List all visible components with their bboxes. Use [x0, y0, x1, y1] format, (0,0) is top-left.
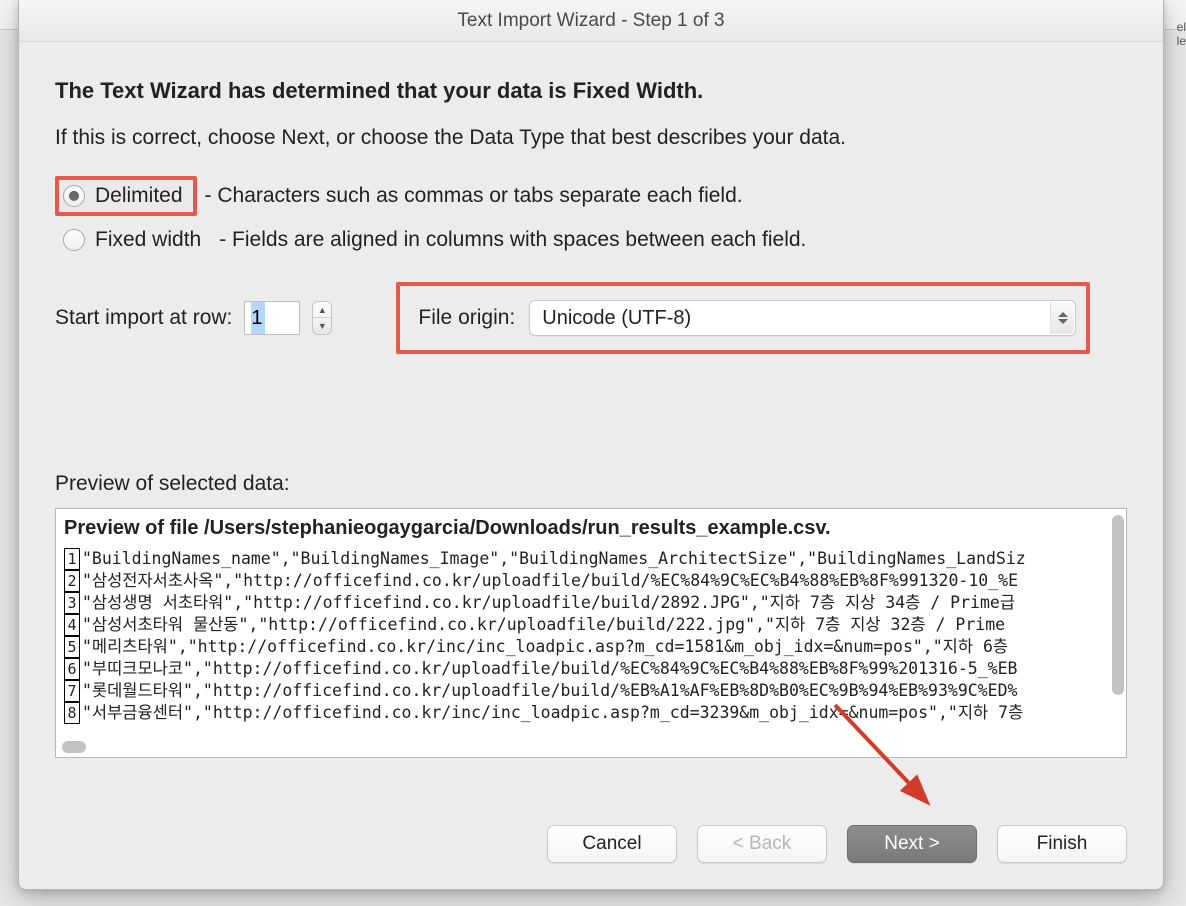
- preview-row-text: "삼성서초타워 물산동","http://officefind.co.kr/up…: [82, 614, 1005, 636]
- preview-label: Preview of selected data:: [55, 472, 1127, 496]
- preview-row-text: "부띠크모나코","http://officefind.co.kr/upload…: [82, 658, 1017, 680]
- wizard-intro: If this is correct, choose Next, or choo…: [55, 126, 1127, 150]
- dialog-title: Text Import Wizard - Step 1 of 3: [19, 0, 1163, 42]
- file-origin-label: File origin:: [418, 306, 515, 330]
- radio-row-delimited: Delimited - Characters such as commas or…: [55, 176, 1127, 216]
- preview-row-number: 6: [64, 658, 80, 680]
- preview-box[interactable]: Preview of file /Users/stephanieogaygarc…: [55, 508, 1127, 758]
- radio-delimited-desc: - Characters such as commas or tabs sepa…: [205, 184, 743, 208]
- preview-row-number: 2: [64, 570, 80, 592]
- file-origin-highlight: File origin: Unicode (UTF-8): [396, 282, 1090, 354]
- radio-row-fixed: Fixed width - Fields are aligned in colu…: [55, 220, 1127, 260]
- start-row-and-file-origin: Start import at row: ▲ ▼ File origin: Un…: [55, 282, 1127, 354]
- select-chevrons-icon[interactable]: [1050, 302, 1074, 334]
- scrollbar-vertical[interactable]: [1112, 515, 1124, 695]
- preview-row-text: "서부금융센터","http://officefind.co.kr/inc/in…: [82, 702, 1023, 724]
- wizard-headline: The Text Wizard has determined that your…: [55, 78, 1127, 104]
- radio-fixed-label[interactable]: Fixed width: [95, 228, 201, 252]
- file-origin-value: Unicode (UTF-8): [542, 307, 691, 330]
- radio-delimited-label[interactable]: Delimited: [95, 184, 183, 208]
- preview-row: 7"롯데월드타워","http://officefind.co.kr/uploa…: [64, 680, 1118, 702]
- bg-right-text: el le: [1177, 20, 1186, 48]
- preview-file-title: Preview of file /Users/stephanieogaygarc…: [64, 517, 1118, 540]
- preview-row-number: 7: [64, 680, 80, 702]
- preview-row: 6"부띠크모나코","http://officefind.co.kr/uploa…: [64, 658, 1118, 680]
- preview-row-text: "삼성생명 서초타워","http://officefind.co.kr/upl…: [82, 592, 1015, 614]
- start-row-label: Start import at row:: [55, 306, 232, 330]
- back-button[interactable]: < Back: [697, 825, 827, 863]
- fixed-radio-box: Fixed width: [55, 224, 211, 256]
- finish-button[interactable]: Finish: [997, 825, 1127, 863]
- radio-fixed-width[interactable]: [63, 229, 85, 251]
- spinner-up-icon[interactable]: ▲: [313, 302, 331, 318]
- preview-row-number: 4: [64, 614, 80, 636]
- dialog-button-row: Cancel < Back Next > Finish: [19, 803, 1163, 889]
- dialog-content: The Text Wizard has determined that your…: [19, 42, 1163, 803]
- spinner-down-icon[interactable]: ▼: [313, 318, 331, 334]
- preview-row: 1"BuildingNames_name","BuildingNames_Ima…: [64, 548, 1118, 570]
- next-button[interactable]: Next >: [847, 825, 977, 863]
- preview-row: 2"삼성전자서초사옥","http://officefind.co.kr/upl…: [64, 570, 1118, 592]
- preview-row: 5"메리츠타워","http://officefind.co.kr/inc/in…: [64, 636, 1118, 658]
- radio-delimited[interactable]: [63, 185, 85, 207]
- delimited-radio-highlight: Delimited: [55, 176, 197, 216]
- preview-row: 3"삼성생명 서초타워","http://officefind.co.kr/up…: [64, 592, 1118, 614]
- preview-row-number: 5: [64, 636, 80, 658]
- preview-row-number: 3: [64, 592, 80, 614]
- text-import-wizard-dialog: Text Import Wizard - Step 1 of 3 The Tex…: [18, 0, 1164, 890]
- preview-rows: 1"BuildingNames_name","BuildingNames_Ima…: [64, 548, 1118, 724]
- preview-row-text: "메리츠타워","http://officefind.co.kr/inc/inc…: [82, 636, 1008, 658]
- preview-row-number: 1: [64, 548, 80, 570]
- start-row-input[interactable]: [244, 301, 300, 335]
- preview-row-text: "BuildingNames_name","BuildingNames_Imag…: [82, 548, 1026, 570]
- preview-row-number: 8: [64, 702, 80, 724]
- preview-row: 4"삼성서초타워 물산동","http://officefind.co.kr/u…: [64, 614, 1118, 636]
- scrollbar-horizontal[interactable]: [62, 741, 86, 753]
- file-origin-select[interactable]: Unicode (UTF-8): [529, 300, 1076, 336]
- preview-row-text: "롯데월드타워","http://officefind.co.kr/upload…: [82, 680, 1017, 702]
- radio-fixed-desc: - Fields are aligned in columns with spa…: [219, 228, 806, 252]
- preview-row-text: "삼성전자서초사옥","http://officefind.co.kr/uplo…: [82, 570, 1018, 592]
- cancel-button[interactable]: Cancel: [547, 825, 677, 863]
- preview-row: 8"서부금융센터","http://officefind.co.kr/inc/i…: [64, 702, 1118, 724]
- start-row-spinner[interactable]: ▲ ▼: [312, 301, 332, 335]
